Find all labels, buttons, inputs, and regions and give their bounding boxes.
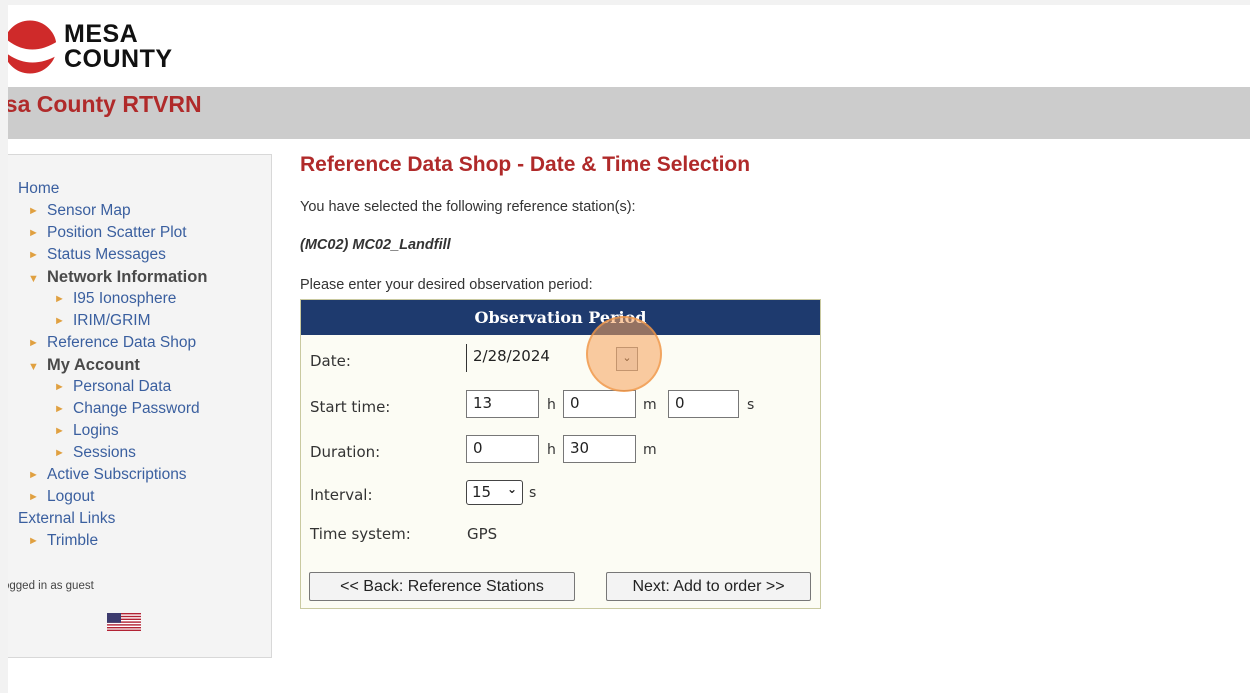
start-minute-input[interactable]: 0 <box>563 390 636 418</box>
sidebar-item-label: Logins <box>73 422 119 440</box>
bullet-arrow-icon: ► <box>54 293 65 305</box>
sidebar-item-change-password[interactable]: ► Change Password <box>18 398 207 420</box>
expanded-arrow-icon: ▼ <box>28 361 39 373</box>
click-indicator <box>586 316 662 392</box>
logo-text: MESA COUNTY <box>64 22 173 72</box>
back-button[interactable]: << Back: Reference Stations <box>309 572 575 601</box>
sidebar-item-trimble[interactable]: ► Trimble <box>18 530 207 552</box>
site-title: esa County RTVRN <box>8 91 202 117</box>
sidebar-item-label: Status Messages <box>47 246 166 264</box>
bullet-arrow-icon: ► <box>28 491 39 503</box>
duration-hour-input[interactable]: 0 <box>466 435 539 463</box>
start-second-value: 0 <box>675 394 685 412</box>
hour-unit: h <box>547 442 556 458</box>
sidebar-item-logins[interactable]: ► Logins <box>18 420 207 442</box>
start-hour-value: 13 <box>473 394 493 412</box>
bullet-arrow-icon: ► <box>28 227 39 239</box>
duration-minute-value: 30 <box>570 439 590 457</box>
date-label: Date: <box>310 352 351 370</box>
sidebar: Home ► Sensor Map ► Position Scatter Plot … <box>8 154 272 658</box>
next-button[interactable]: Next: Add to order >> <box>606 572 811 601</box>
selected-station: (MC02) MC02_Landfill <box>300 237 451 253</box>
sidebar-item-sessions[interactable]: ► Sessions <box>18 442 207 464</box>
bullet-arrow-icon: ► <box>54 403 65 415</box>
sidebar-item-label: Personal Data <box>73 378 172 396</box>
start-minute-value: 0 <box>570 394 580 412</box>
observation-period-panel: Observation Period Date: 2/28/2024 ⌄ Sta… <box>300 299 821 609</box>
chevron-down-icon: ⌄ <box>506 482 517 496</box>
start-second-input[interactable]: 0 <box>668 390 739 418</box>
period-prompt: Please enter your desired observation pe… <box>300 277 593 293</box>
selected-stations-text: You have selected the following referenc… <box>300 199 636 215</box>
interval-select[interactable]: 15 ⌄ <box>466 480 523 505</box>
expanded-arrow-icon: ▼ <box>28 273 39 285</box>
bullet-arrow-icon: ► <box>28 535 39 547</box>
page: MESA COUNTY esa County RTVRN Home ► Senso… <box>8 5 1250 693</box>
logo-line-2: COUNTY <box>64 45 173 73</box>
time-system-value: GPS <box>467 525 498 543</box>
sidebar-item-label: Reference Data Shop <box>47 334 197 352</box>
mesa-county-logo[interactable]: MESA COUNTY <box>8 5 208 85</box>
main-content: Reference Data Shop - Date & Time Select… <box>300 153 821 609</box>
duration-label: Duration: <box>310 443 381 461</box>
sidebar-item-my-account[interactable]: ▼ My Account <box>18 354 207 376</box>
sidebar-item-external-links[interactable]: External Links <box>18 508 207 530</box>
second-unit: s <box>747 397 755 413</box>
bullet-arrow-icon: ► <box>28 205 39 217</box>
sidebar-item-label: I95 Ionosphere <box>73 290 177 308</box>
sidebar-item-position-scatter-plot[interactable]: ► Position Scatter Plot <box>18 222 207 244</box>
sidebar-item-home[interactable]: Home <box>18 178 207 200</box>
page-title: Reference Data Shop - Date & Time Select… <box>300 153 751 176</box>
sidebar-item-label: Sessions <box>73 444 136 462</box>
us-flag-icon[interactable] <box>107 613 141 631</box>
bullet-arrow-icon: ► <box>28 469 39 481</box>
sidebar-item-label: Change Password <box>73 400 200 418</box>
duration-minute-input[interactable]: 30 <box>563 435 636 463</box>
sidebar-item-label: IRIM/GRIM <box>73 312 151 330</box>
logo-emblem-icon <box>8 17 60 77</box>
second-unit: s <box>529 485 537 501</box>
sidebar-item-status-messages[interactable]: ► Status Messages <box>18 244 207 266</box>
sidebar-nav: Home ► Sensor Map ► Position Scatter Plot … <box>18 178 207 552</box>
minute-unit: m <box>643 442 657 458</box>
sidebar-item-label: Active Subscriptions <box>47 466 187 484</box>
sidebar-item-personal-data[interactable]: ► Personal Data <box>18 376 207 398</box>
minute-unit: m <box>643 397 657 413</box>
sidebar-item-label: My Account <box>47 356 140 374</box>
bullet-arrow-icon: ► <box>28 249 39 261</box>
sidebar-item-logout[interactable]: ► Logout <box>18 486 207 508</box>
interval-value: 15 <box>472 483 492 501</box>
bullet-arrow-icon: ► <box>54 381 65 393</box>
bullet-arrow-icon: ► <box>54 315 65 327</box>
date-value: 2/28/2024 <box>473 347 550 365</box>
bullet-arrow-icon: ► <box>54 447 65 459</box>
login-status: ogged in as guest <box>8 580 94 592</box>
sidebar-item-network-information[interactable]: ▼ Network Information <box>18 266 207 288</box>
sidebar-item-label: Sensor Map <box>47 202 131 220</box>
interval-label: Interval: <box>310 486 373 504</box>
time-system-label: Time system: <box>310 525 411 543</box>
sidebar-item-label: Logout <box>47 488 95 506</box>
duration-hour-value: 0 <box>473 439 483 457</box>
header-banner: esa County RTVRN <box>8 87 1250 139</box>
bullet-arrow-icon: ► <box>28 337 39 349</box>
sidebar-item-active-subscriptions[interactable]: ► Active Subscriptions <box>18 464 207 486</box>
start-time-label: Start time: <box>310 398 391 416</box>
panel-header: Observation Period <box>301 300 820 335</box>
logo-line-1: MESA <box>64 20 139 48</box>
sidebar-item-label: Network Information <box>47 268 208 286</box>
sidebar-item-irim-grim[interactable]: ► IRIM/GRIM <box>18 310 207 332</box>
start-hour-input[interactable]: 13 <box>466 390 539 418</box>
sidebar-item-label: Home <box>18 180 60 197</box>
bullet-arrow-icon: ► <box>54 425 65 437</box>
sidebar-item-label: Trimble <box>47 532 99 550</box>
sidebar-item-label: External Links <box>18 510 116 527</box>
sidebar-item-label: Position Scatter Plot <box>47 224 187 242</box>
sidebar-item-reference-data-shop[interactable]: ► Reference Data Shop <box>18 332 207 354</box>
sidebar-item-sensor-map[interactable]: ► Sensor Map <box>18 200 207 222</box>
sidebar-item-i95-ionosphere[interactable]: ► I95 Ionosphere <box>18 288 207 310</box>
hour-unit: h <box>547 397 556 413</box>
